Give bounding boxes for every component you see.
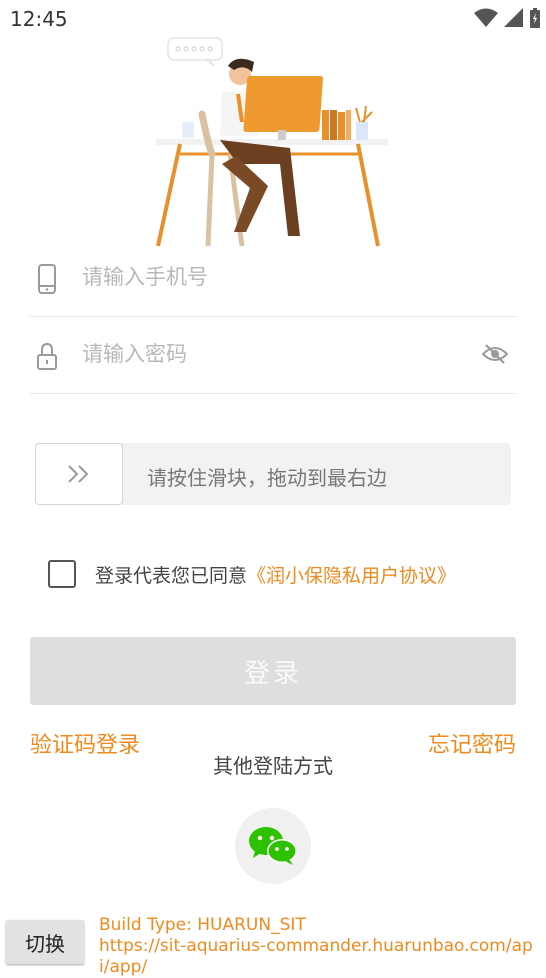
slider-handle[interactable] [35, 443, 123, 505]
wechat-icon [249, 827, 297, 865]
status-time: 12:45 [10, 7, 68, 31]
double-chevron-right-icon [68, 465, 89, 483]
password-field [30, 317, 516, 394]
agreement-text: 登录代表您已同意 [95, 564, 248, 587]
login-illustration [150, 36, 395, 248]
other-login-methods-label: 其他登陆方式 [213, 754, 333, 778]
build-info: Build Type: HUARUN_SIT https://sit-aquar… [99, 915, 539, 978]
slider-captcha: 请按住滑块，拖动到最右边 [35, 443, 511, 505]
lock-icon [37, 342, 57, 370]
password-input[interactable] [80, 333, 464, 375]
battery-icon [530, 8, 540, 28]
agreement-row: 登录代表您已同意 《润小保隐私用户协议》 [48, 558, 456, 590]
slider-hint: 请按住滑块，拖动到最右边 [147, 466, 387, 490]
status-bar: 12:45 [0, 0, 546, 36]
switch-env-button[interactable]: 切换 [6, 920, 84, 964]
build-type-text: Build Type: HUARUN_SIT [99, 915, 306, 935]
cell-signal-icon [504, 8, 523, 27]
phone-icon [38, 264, 56, 294]
eye-off-icon[interactable] [482, 343, 508, 365]
wifi-icon [474, 8, 498, 27]
login-button[interactable]: 登录 [30, 637, 516, 705]
phone-field [30, 240, 516, 317]
privacy-agreement-link[interactable]: 《润小保隐私用户协议》 [247, 561, 456, 588]
agreement-checkbox[interactable] [48, 560, 76, 588]
phone-input[interactable] [80, 256, 464, 298]
status-icons [474, 8, 540, 28]
wechat-login-button[interactable] [235, 808, 311, 884]
